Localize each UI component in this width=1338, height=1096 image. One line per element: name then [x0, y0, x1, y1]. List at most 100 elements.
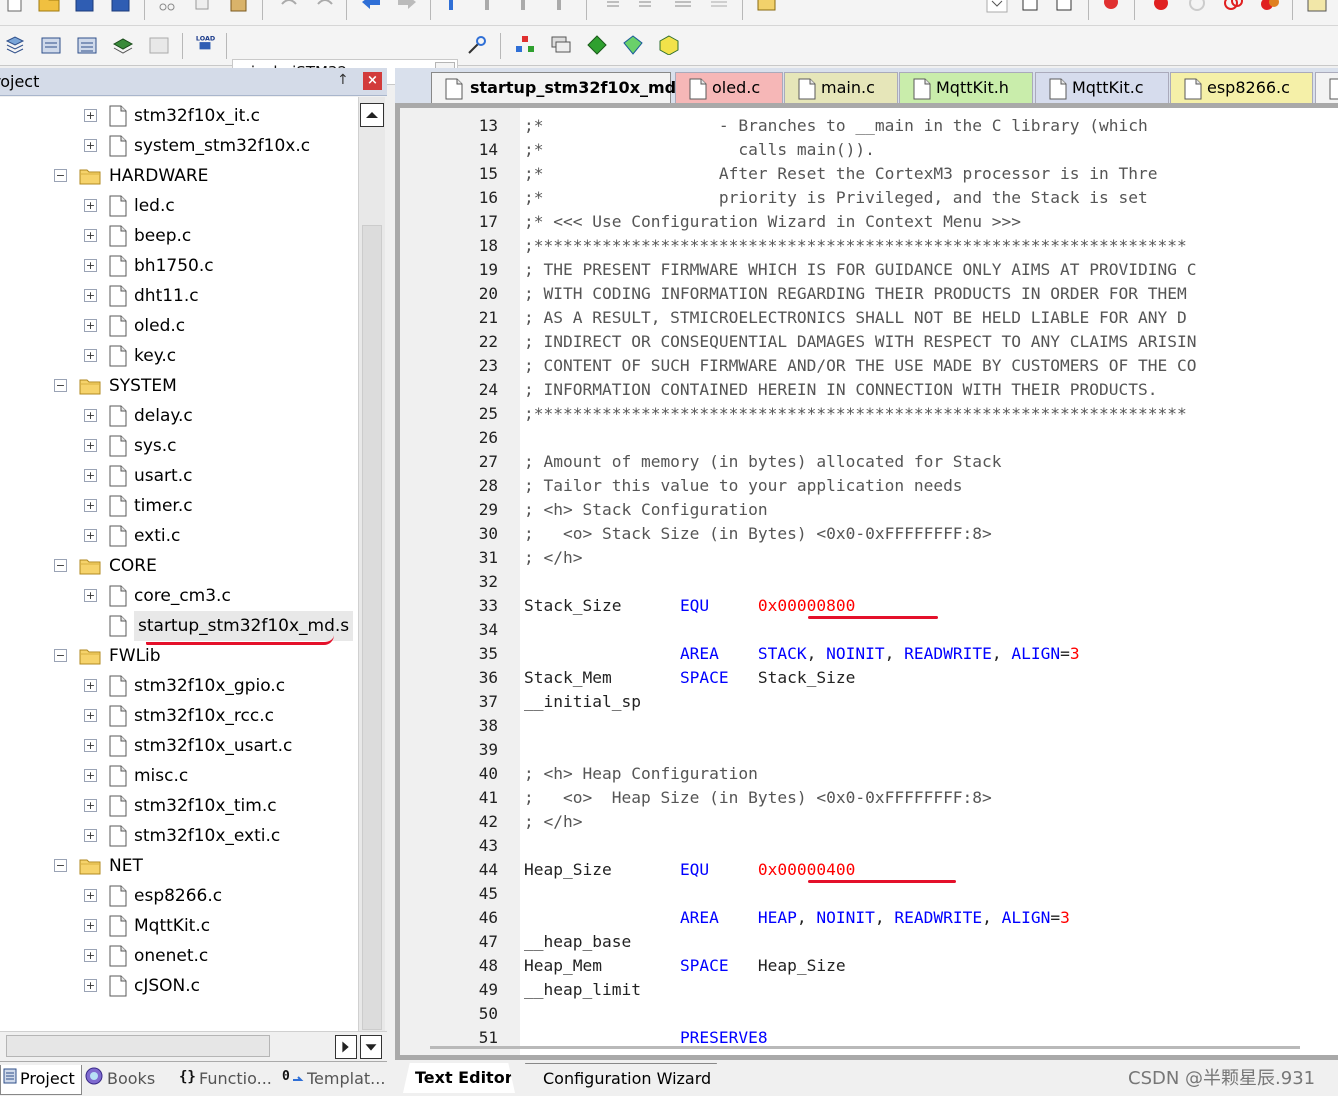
tree-file[interactable]: + stm32f10x_gpio.c	[0, 671, 358, 701]
expand-icon[interactable]: +	[84, 799, 97, 812]
panel-tab-functio[interactable]: {} Functio...	[176, 1065, 278, 1095]
h-scroll-thumb[interactable]	[6, 1035, 270, 1057]
tree-file[interactable]: + stm32f10x_it.c	[0, 101, 358, 131]
tab-configuration-wizard[interactable]: Configuration Wizard	[525, 1063, 717, 1093]
scroll-down-arrow-icon[interactable]	[360, 1035, 382, 1059]
tree-file[interactable]: + stm32f10x_tim.c	[0, 791, 358, 821]
tree-file[interactable]: + oled.c	[0, 311, 358, 341]
expand-icon[interactable]: +	[84, 139, 97, 152]
expand-icon[interactable]: +	[84, 439, 97, 452]
tree-file[interactable]: + onenet.c	[0, 941, 358, 971]
breakpoint-icon[interactable]	[1150, 0, 1172, 14]
redo-icon[interactable]	[314, 0, 336, 14]
expand-icon[interactable]: +	[84, 739, 97, 752]
tree-file[interactable]: + MqttKit.c	[0, 911, 358, 941]
expand-icon[interactable]: +	[84, 949, 97, 962]
tree-file[interactable]: + esp8266.c	[0, 881, 358, 911]
rte-components-icon[interactable]	[658, 35, 680, 56]
tree-file[interactable]: + system_stm32f10x.c	[0, 131, 358, 161]
tree-file[interactable]: + bh1750.c	[0, 251, 358, 281]
scroll-up-arrow-icon[interactable]	[360, 103, 384, 127]
tree-horizontal-scrollbar[interactable]	[0, 1031, 387, 1061]
expand-icon[interactable]: +	[84, 679, 97, 692]
tree-folder[interactable]: − NET	[0, 851, 358, 881]
expand-icon[interactable]: +	[84, 709, 97, 722]
tree-file[interactable]: + beep.c	[0, 221, 358, 251]
expand-icon[interactable]: +	[84, 919, 97, 932]
save-icon[interactable]	[74, 0, 96, 14]
disable-all-breakpoints-icon[interactable]	[1222, 0, 1244, 14]
save-all-icon[interactable]	[110, 0, 132, 14]
expand-icon[interactable]: +	[84, 769, 97, 782]
cut-icon[interactable]	[156, 0, 178, 14]
tree-folder[interactable]: − SYSTEM	[0, 371, 358, 401]
forward-arrow-icon[interactable]	[396, 0, 418, 14]
tab-text-editor[interactable]: Text Editor	[403, 1063, 515, 1093]
expand-icon[interactable]: +	[84, 199, 97, 212]
replace-icon[interactable]	[1054, 0, 1076, 14]
window-layout-icon[interactable]	[1306, 0, 1328, 14]
expand-icon[interactable]: +	[84, 889, 97, 902]
expand-icon[interactable]: +	[84, 259, 97, 272]
tree-file[interactable]: + misc.c	[0, 761, 358, 791]
expand-icon[interactable]: +	[84, 109, 97, 122]
tree-file[interactable]: + key.c	[0, 341, 358, 371]
disable-breakpoint-icon[interactable]	[1186, 0, 1208, 14]
download-load-icon[interactable]: LOAD	[194, 33, 216, 53]
tree-file[interactable]: + stm32f10x_usart.c	[0, 731, 358, 761]
dropdown-arrow-icon[interactable]	[986, 0, 1008, 14]
tree-file[interactable]: + usart.c	[0, 461, 358, 491]
bookmark-icon[interactable]	[444, 0, 466, 14]
expand-icon[interactable]: +	[84, 349, 97, 362]
tree-file[interactable]: + stm32f10x_rcc.c	[0, 701, 358, 731]
expand-icon[interactable]: +	[84, 469, 97, 482]
expand-icon[interactable]: +	[84, 229, 97, 242]
tree-file[interactable]: + exti.c	[0, 521, 358, 551]
pack-installer-icon[interactable]	[622, 35, 644, 55]
tree-file[interactable]: + sys.c	[0, 431, 358, 461]
prev-bookmark-icon[interactable]	[480, 0, 502, 14]
expand-icon[interactable]: +	[84, 979, 97, 992]
editor-horizontal-scrollbar[interactable]	[430, 1046, 1300, 1049]
panel-tab-templat[interactable]: 0 Templat...	[280, 1065, 391, 1095]
tree-file[interactable]: + delay.c	[0, 401, 358, 431]
select-packs-icon[interactable]	[550, 35, 572, 55]
target-options-icon[interactable]	[466, 35, 488, 55]
expand-icon[interactable]: +	[84, 289, 97, 302]
editor-tab[interactable]	[1315, 72, 1338, 103]
expand-icon[interactable]: +	[84, 529, 97, 542]
translate-icon[interactable]	[4, 35, 26, 55]
clear-bookmarks-icon[interactable]	[552, 0, 574, 14]
panel-tab-project[interactable]: Project	[0, 1065, 82, 1095]
expand-icon[interactable]: +	[84, 499, 97, 512]
find-in-files-icon[interactable]	[756, 0, 778, 14]
debug-session-icon[interactable]	[1100, 0, 1122, 14]
expand-icon[interactable]: +	[84, 409, 97, 422]
manage-project-items-icon[interactable]	[514, 35, 536, 55]
scroll-thumb[interactable]	[362, 225, 382, 1030]
tree-folder[interactable]: − HARDWARE	[0, 161, 358, 191]
find-icon[interactable]	[1020, 0, 1042, 14]
editor-tab[interactable]: startup_stm32f10x_md.s	[431, 72, 692, 103]
tree-file[interactable]: + dht11.c	[0, 281, 358, 311]
tree-folder[interactable]: − FWLib	[0, 641, 358, 671]
collapse-icon[interactable]: −	[54, 379, 67, 392]
open-folder-icon[interactable]	[38, 0, 60, 14]
stop-build-icon[interactable]	[148, 35, 170, 55]
copy-icon[interactable]	[192, 0, 214, 14]
expand-icon[interactable]: +	[84, 829, 97, 842]
uncomment-icon[interactable]	[708, 0, 730, 14]
editor-tab[interactable]: esp8266.c	[1170, 72, 1313, 103]
expand-icon[interactable]: +	[84, 589, 97, 602]
panel-tab-books[interactable]: Books	[82, 1065, 161, 1095]
unindent-icon[interactable]	[636, 0, 658, 14]
tree-vertical-scrollbar[interactable]	[358, 97, 385, 1031]
tree-file[interactable]: + stm32f10x_exti.c	[0, 821, 358, 851]
collapse-icon[interactable]: −	[54, 169, 67, 182]
scroll-right-arrow-icon[interactable]	[335, 1035, 357, 1059]
expand-icon[interactable]: +	[84, 319, 97, 332]
editor-tab[interactable]: MqttKit.c	[1035, 72, 1169, 103]
collapse-icon[interactable]: −	[54, 559, 67, 572]
collapse-icon[interactable]: −	[54, 649, 67, 662]
collapse-icon[interactable]: −	[54, 859, 67, 872]
